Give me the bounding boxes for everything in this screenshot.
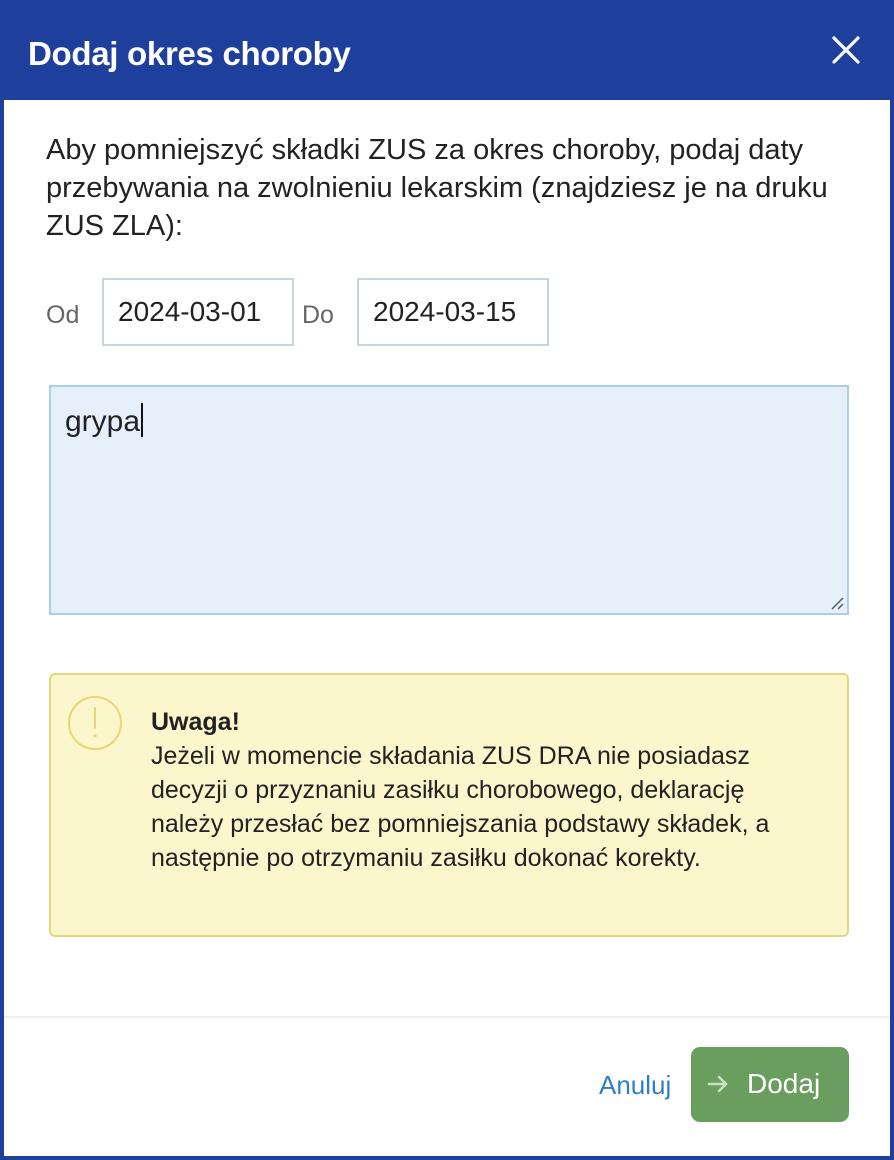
dialog-header: Dodaj okres choroby	[4, 0, 890, 100]
footer-divider	[4, 1016, 890, 1018]
cancel-button[interactable]: Anuluj	[599, 1068, 671, 1102]
from-label: Od	[46, 301, 80, 329]
intro-text: Aby pomniejszyć składki ZUS za okres cho…	[46, 134, 828, 242]
text-caret	[141, 403, 144, 437]
add-sick-period-dialog: Dodaj okres choroby Aby pomniejszyć skła…	[0, 0, 894, 1160]
add-button-label: Dodaj	[747, 1068, 821, 1099]
exclamation-circle-icon	[68, 696, 122, 750]
close-icon	[832, 36, 860, 64]
to-date-field[interactable]: 2024-03-15	[357, 278, 549, 346]
from-date-field[interactable]: 2024-03-01	[102, 278, 294, 346]
warning-text: Uwaga! Jeżeli w momencie składania ZUS D…	[151, 705, 811, 875]
to-label: Do	[302, 301, 334, 329]
resize-handle-icon[interactable]	[829, 595, 845, 611]
note-text: grypa	[65, 405, 141, 438]
warning-title: Uwaga!	[151, 708, 240, 736]
note-textarea-content: grypa	[65, 402, 144, 442]
arrow-right-icon	[707, 1075, 728, 1093]
warning-body: Jeżeli w momencie składania ZUS DRA nie …	[151, 742, 770, 872]
add-button[interactable]: Dodaj	[691, 1047, 849, 1122]
warning-box: Uwaga! Jeżeli w momencie składania ZUS D…	[49, 673, 849, 937]
close-button[interactable]	[826, 30, 866, 70]
dialog-title: Dodaj okres choroby	[28, 35, 351, 72]
note-textarea[interactable]: grypa	[49, 385, 849, 615]
